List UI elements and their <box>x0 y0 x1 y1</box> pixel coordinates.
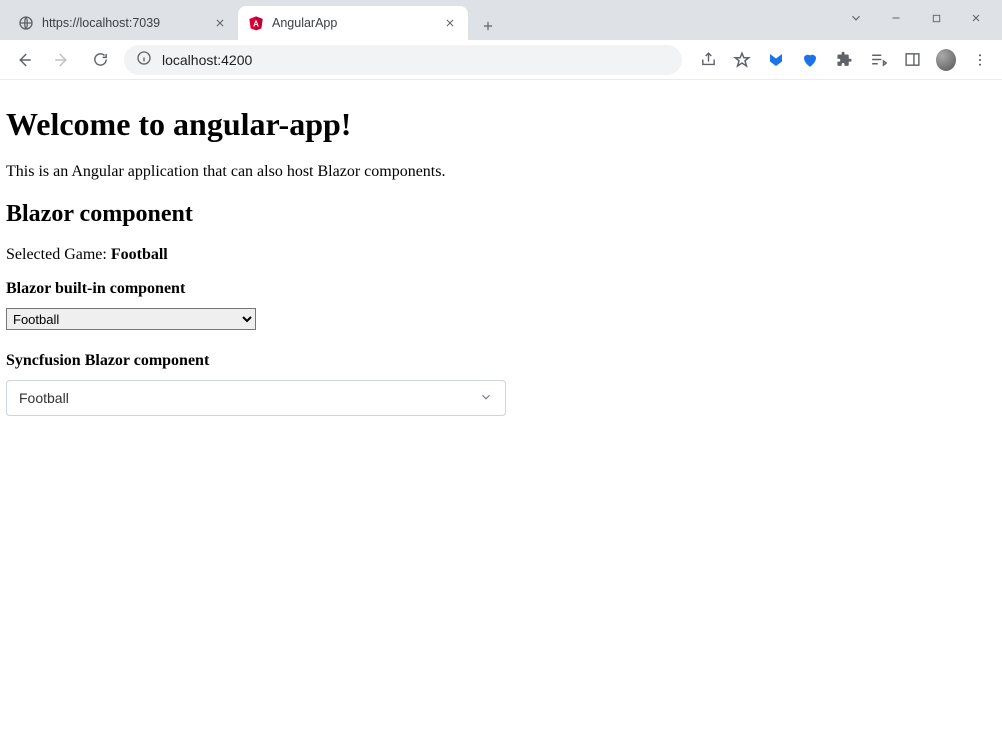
syncfusion-component-label: Syncfusion Blazor component <box>6 352 996 370</box>
new-tab-button[interactable] <box>474 12 502 40</box>
syncfusion-dropdown[interactable]: Football <box>6 380 506 416</box>
menu-button[interactable] <box>970 50 990 70</box>
chevron-down-icon[interactable] <box>844 6 868 30</box>
syncfusion-dropdown-value: Football <box>19 390 69 406</box>
selected-game-value: Football <box>111 246 168 263</box>
page-content: Welcome to angular-app! This is an Angul… <box>0 80 1002 422</box>
avatar[interactable] <box>936 50 956 70</box>
tab-localhost-7039[interactable]: https://localhost:7039 <box>8 6 238 40</box>
extension-malwarebytes-icon[interactable] <box>766 50 786 70</box>
address-text: localhost:4200 <box>162 52 252 68</box>
builtin-component-label: Blazor built-in component <box>6 280 996 298</box>
browser-chrome: https://localhost:7039 A AngularApp <box>0 0 1002 80</box>
back-button[interactable] <box>10 46 38 74</box>
titlebar: https://localhost:7039 A AngularApp <box>0 0 1002 40</box>
address-bar[interactable]: localhost:4200 <box>124 45 682 75</box>
close-icon[interactable] <box>442 15 458 31</box>
sidepanel-icon[interactable] <box>902 50 922 70</box>
close-icon[interactable] <box>212 15 228 31</box>
chevron-down-icon <box>479 390 493 407</box>
selected-game-line: Selected Game: Football <box>6 246 996 264</box>
page-description: This is an Angular application that can … <box>6 163 996 181</box>
bookmark-icon[interactable] <box>732 50 752 70</box>
tab-title: AngularApp <box>272 16 434 30</box>
tab-title: https://localhost:7039 <box>42 16 204 30</box>
tab-strip: https://localhost:7039 A AngularApp <box>8 0 502 40</box>
window-controls <box>830 0 1002 36</box>
tab-angular-app[interactable]: A AngularApp <box>238 6 468 40</box>
toolbar: localhost:4200 <box>0 40 1002 80</box>
maximize-button[interactable] <box>924 6 948 30</box>
minimize-button[interactable] <box>884 6 908 30</box>
reload-button[interactable] <box>86 46 114 74</box>
share-icon[interactable] <box>698 50 718 70</box>
close-button[interactable] <box>964 6 988 30</box>
extension-heart-icon[interactable] <box>800 50 820 70</box>
extensions-icon[interactable] <box>834 50 854 70</box>
page-heading: Welcome to angular-app! <box>6 106 996 143</box>
angular-icon: A <box>248 15 264 31</box>
globe-icon <box>18 15 34 31</box>
svg-text:A: A <box>253 19 259 28</box>
selected-game-label: Selected Game: <box>6 246 111 263</box>
builtin-select[interactable]: Football <box>6 308 256 330</box>
section-title: Blazor component <box>6 201 996 228</box>
toolbar-actions <box>692 50 992 70</box>
info-icon[interactable] <box>136 50 152 69</box>
playlist-icon[interactable] <box>868 50 888 70</box>
forward-button[interactable] <box>48 46 76 74</box>
